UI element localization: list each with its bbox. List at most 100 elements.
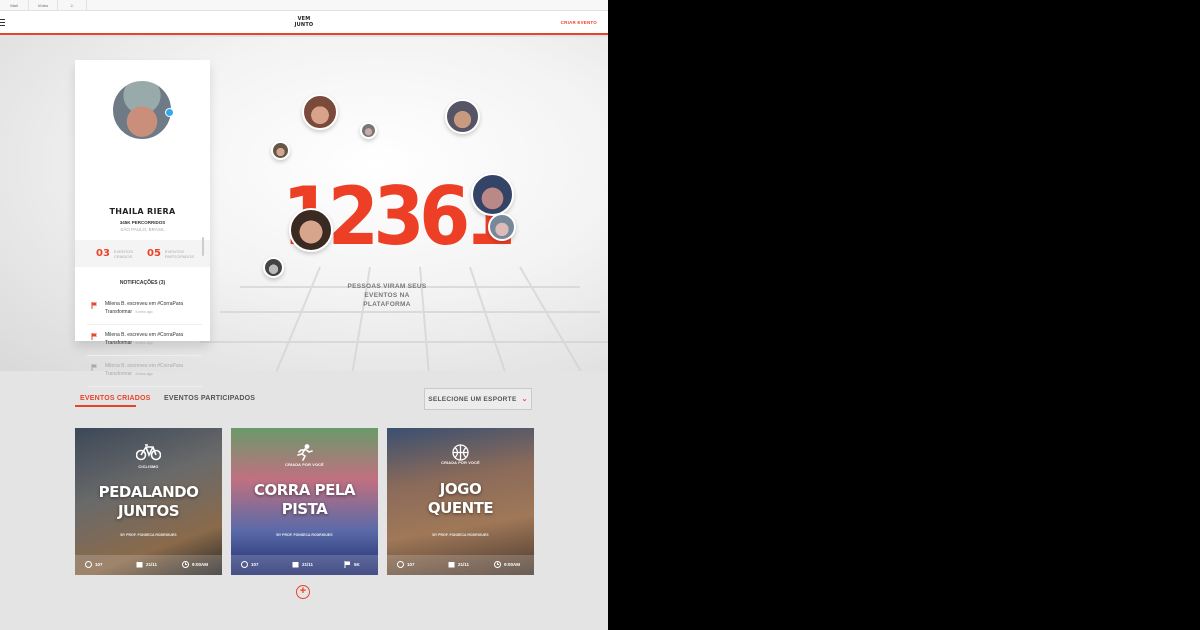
event-card[interactable]: CICLISMO PEDALANDO JUNTOS BY PROF. FONSE… xyxy=(75,428,222,575)
notification-text: Milena B. escreveu em #CorraPara Transfo… xyxy=(105,362,202,378)
notification-item[interactable]: Milena B. escreveu em #CorraPara Transfo… xyxy=(87,325,202,356)
notification-time: 5 mins ago xyxy=(135,310,153,314)
notification-line1: Milena B. escreveu em #CorraPara xyxy=(105,332,184,338)
participants-count: 107 xyxy=(407,562,415,567)
event-distance: 5K xyxy=(344,561,360,568)
stat-created[interactable]: 03 EVENTOS CRIADOS xyxy=(96,248,140,259)
event-title-line: PEDALANDO xyxy=(98,483,199,501)
create-event-link[interactable]: CRIAR EVENTO xyxy=(561,20,597,25)
counter-caption: PESSOAS VIRAM SEUS EVENTOS NA PLATAFORMA xyxy=(340,282,434,309)
runner-icon xyxy=(297,444,313,461)
profile-avatar[interactable] xyxy=(111,79,173,141)
browser-tab[interactable]: Mail xyxy=(0,0,29,11)
event-category: CRIADA POR VOCÊ xyxy=(441,461,480,465)
notification-text: Milena B. escreveu em #CorraPara Transfo… xyxy=(105,300,202,316)
browser-tab[interactable]: J. xyxy=(58,0,87,11)
notification-text: Milena B. escreveu em #CorraPara Transfo… xyxy=(105,331,202,347)
avatar[interactable] xyxy=(289,208,333,252)
active-tab-underline xyxy=(75,405,136,407)
event-title-line: JUNTOS xyxy=(117,502,180,520)
flag-icon xyxy=(344,561,350,568)
event-author: BY PROF. FONSECA RODRIGUES xyxy=(432,533,489,537)
event-category: CICLISMO xyxy=(138,465,159,469)
chevron-down-icon: ⌄ xyxy=(521,396,528,403)
calendar-icon xyxy=(136,562,143,568)
profile-distance: 345K PERCORRIDOS xyxy=(119,220,166,225)
event-card-footer: 107 21/11 9:00AM xyxy=(387,555,534,575)
event-date-value: 21/11 xyxy=(302,562,314,567)
avatar[interactable] xyxy=(302,94,338,130)
profile-stats: 03 EVENTOS CRIADOS 05 EVENTOS PARTICIPAD… xyxy=(75,240,210,267)
avatar[interactable] xyxy=(263,257,284,278)
notifications-list: Milena B. escreveu em #CorraPara Transfo… xyxy=(87,294,202,387)
event-author: BY PROF. FONSECA RODRIGUES xyxy=(276,533,333,537)
notifications-scrollbar[interactable] xyxy=(202,237,204,256)
stat-participated[interactable]: 05 EVENTOS PARTICIPADOS xyxy=(147,248,195,259)
flag-icon xyxy=(91,364,97,371)
event-title-line: QUENTE xyxy=(427,499,494,517)
profile-location: SÃO PAULO, BRASIL xyxy=(120,227,165,232)
page: Mail Vídeo J. VEM JUNTO CRIAR EVENTO 123… xyxy=(0,0,608,630)
event-date: 21/11 xyxy=(136,561,157,568)
avatar[interactable] xyxy=(471,173,514,216)
calendar-icon xyxy=(448,562,455,568)
avatar[interactable] xyxy=(271,141,290,160)
notification-item[interactable]: Milena B. escreveu em #CorraPara Transfo… xyxy=(87,356,202,387)
notification-line2: Transformar xyxy=(105,340,133,346)
event-title: PEDALANDO JUNTOS xyxy=(75,483,222,521)
event-title-line: CORRA PELA xyxy=(253,481,356,499)
event-extra: 9:00AM xyxy=(504,562,521,567)
event-date: 21/11 xyxy=(292,561,313,568)
stat-label: EVENTOS PARTICIPADOS xyxy=(164,249,195,259)
add-event-button[interactable]: + xyxy=(296,585,310,599)
notifications-title: NOTIFICAÇÕES (3) xyxy=(119,280,166,286)
event-date-value: 21/11 xyxy=(146,562,158,567)
event-date: 21/11 xyxy=(448,561,469,568)
logo-line2: JUNTO xyxy=(294,21,314,28)
notification-line1: Milena B. escreveu em #CorraPara xyxy=(105,301,184,307)
event-time: 9:00AM xyxy=(182,561,208,568)
event-card[interactable]: CRIADA POR VOCÊ JOGO QUENTE BY PROF. FON… xyxy=(387,428,534,575)
browser-tab[interactable]: Vídeo xyxy=(29,0,58,11)
notification-item[interactable]: Milena B. escreveu em #CorraPara Transfo… xyxy=(87,294,202,325)
event-date-value: 21/11 xyxy=(458,562,470,567)
profile-card: THAILA RIERA 345K PERCORRIDOS SÃO PAULO,… xyxy=(75,60,210,387)
event-author: BY PROF. FONSECA RODRIGUES xyxy=(120,533,177,537)
stat-label: EVENTOS CRIADOS xyxy=(114,249,140,259)
menu-icon[interactable] xyxy=(0,19,5,26)
participants: 107 xyxy=(241,561,259,568)
browser-tabs: Mail Vídeo J. xyxy=(0,0,608,11)
caption-line2: EVENTOS NA PLATAFORMA xyxy=(363,292,411,308)
event-card[interactable]: CRIADA POR VOCÊ CORRA PELA PISTA BY PROF… xyxy=(231,428,378,575)
basketball-icon xyxy=(452,444,469,461)
profile-name: THAILA RIERA xyxy=(109,207,176,216)
notification-line2: Transformar xyxy=(105,371,133,377)
avatar[interactable] xyxy=(360,122,377,139)
stat-label-line: PARTICIPADOS xyxy=(164,253,195,259)
event-time: 9:00AM xyxy=(494,561,520,568)
tab-created-events[interactable]: EVENTOS CRIADOS xyxy=(80,395,151,402)
participants-count: 107 xyxy=(95,562,103,567)
event-extra: 9:00AM xyxy=(192,562,209,567)
flag-icon xyxy=(91,302,97,309)
calendar-icon xyxy=(292,562,299,568)
bicycle-icon xyxy=(136,444,161,461)
notification-line2: Transformar xyxy=(105,309,133,315)
clock-icon xyxy=(182,561,189,568)
event-title-line: JOGO xyxy=(439,480,482,498)
logo[interactable]: VEM JUNTO xyxy=(287,16,321,28)
event-card-footer: 107 21/11 9:00AM xyxy=(75,555,222,575)
avatar[interactable] xyxy=(488,213,516,241)
sport-select-label: SELECIONE UM ESPORTE xyxy=(428,395,517,403)
participants-icon xyxy=(397,561,404,568)
avatar[interactable] xyxy=(445,99,480,134)
stat-label-line: CRIADOS xyxy=(113,253,133,259)
participants: 107 xyxy=(397,561,415,568)
sport-select[interactable]: SELECIONE UM ESPORTE ⌄ xyxy=(424,388,532,410)
stat-value: 03 xyxy=(96,248,110,259)
notification-time: 5 mins ago xyxy=(135,372,153,376)
tab-joined-events[interactable]: EVENTOS PARTICIPADOS xyxy=(164,395,255,402)
clock-icon xyxy=(494,561,501,568)
stat-value: 05 xyxy=(147,248,161,259)
participants-icon xyxy=(241,561,248,568)
